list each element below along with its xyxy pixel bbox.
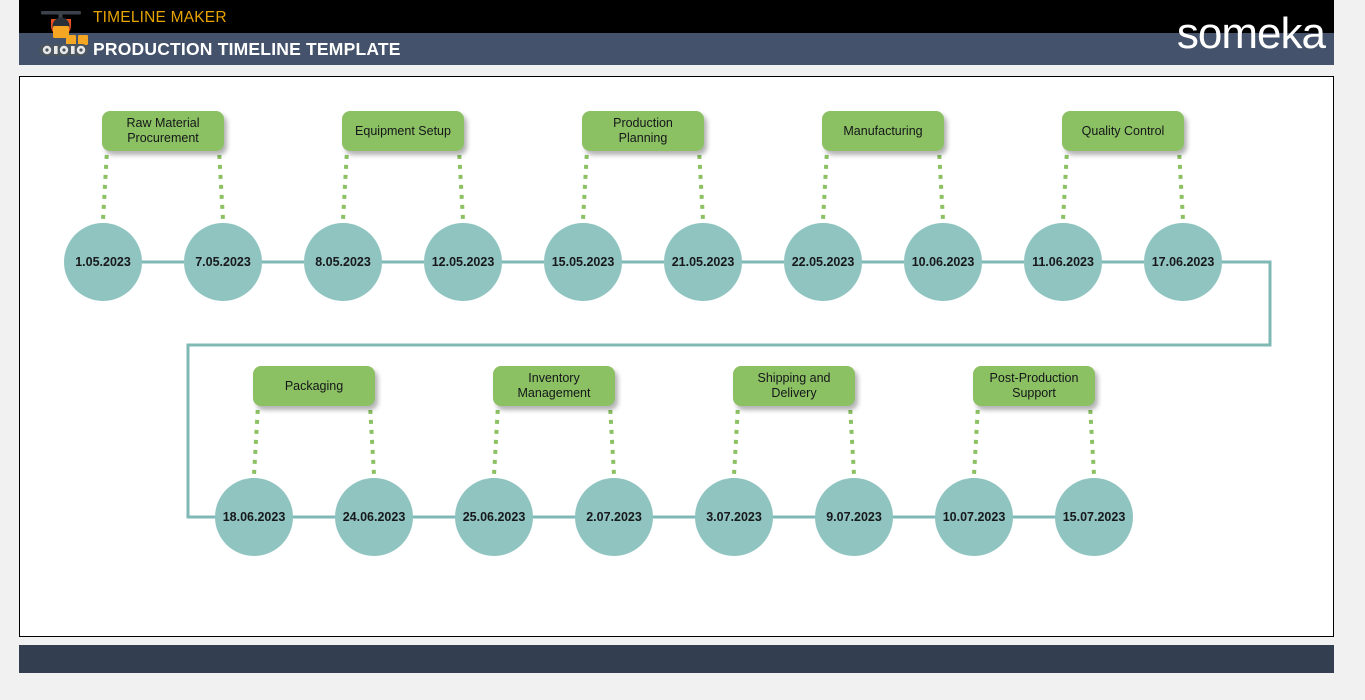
timeline-node[interactable]: 15.07.2023 (1055, 478, 1133, 556)
timeline-node[interactable]: 22.05.2023 (784, 223, 862, 301)
page-title: PRODUCTION TIMELINE TEMPLATE (93, 39, 401, 59)
timeline-node[interactable]: 12.05.2023 (424, 223, 502, 301)
someka-text-pre: s (1176, 9, 1199, 58)
timeline-node[interactable]: 21.05.2023 (664, 223, 742, 301)
timeline-node-date: 15.07.2023 (1062, 510, 1126, 524)
milestone-label[interactable]: Shipping and Delivery (733, 366, 855, 406)
milestone-label-text: Equipment Setup (355, 123, 451, 138)
milestone-label-text: Quality Control (1081, 123, 1165, 138)
timeline-node-date: 9.07.2023 (826, 510, 882, 524)
timeline-node-date: 11.06.2023 (1032, 255, 1094, 269)
timeline-node-date: 12.05.2023 (431, 255, 495, 269)
timeline-node-date: 1.05.2023 (75, 255, 131, 269)
brand-kicker: TIMELINE MAKER (93, 9, 227, 26)
timeline-node[interactable]: 3.07.2023 (695, 478, 773, 556)
timeline-node[interactable]: 10.06.2023 (904, 223, 982, 301)
timeline-node-date: 8.05.2023 (315, 255, 371, 269)
timeline-node-date: 10.07.2023 (942, 510, 1006, 524)
someka-text-post: meka (1221, 9, 1326, 58)
timeline-node-date: 7.05.2023 (195, 255, 251, 269)
timeline-node[interactable]: 2.07.2023 (575, 478, 653, 556)
timeline-node[interactable]: 18.06.2023 (215, 478, 293, 556)
timeline-node[interactable]: 11.06.2023 (1024, 223, 1102, 301)
factory-crane-icon (33, 8, 89, 58)
timeline-node[interactable]: 25.06.2023 (455, 478, 533, 556)
timeline-node[interactable]: 9.07.2023 (815, 478, 893, 556)
milestone-label[interactable]: Inventory Management (493, 366, 615, 406)
milestone-label-text: Post-Production Support (989, 371, 1079, 400)
timeline-node-date: 24.06.2023 (342, 510, 406, 524)
timeline-node[interactable]: 24.06.2023 (335, 478, 413, 556)
milestone-label[interactable]: Equipment Setup (342, 111, 464, 151)
milestone-label-text: Shipping and Delivery (757, 371, 831, 400)
milestone-label-text: Packaging (284, 378, 344, 393)
timeline-canvas (19, 76, 1334, 637)
timeline-node-date: 3.07.2023 (706, 510, 762, 524)
milestone-label[interactable]: Raw Material Procurement (102, 111, 224, 151)
timeline-node-date: 21.05.2023 (671, 255, 735, 269)
milestone-label-text: Raw Material Procurement (126, 116, 200, 145)
bar-chart-icon (1202, 27, 1217, 61)
timeline-node[interactable]: 7.05.2023 (184, 223, 262, 301)
timeline-node[interactable]: 8.05.2023 (304, 223, 382, 301)
timeline-node-date: 10.06.2023 (911, 255, 975, 269)
milestone-label[interactable]: Quality Control (1062, 111, 1184, 151)
milestone-label[interactable]: Post-Production Support (973, 366, 1095, 406)
timeline-node-date: 25.06.2023 (462, 510, 526, 524)
someka-o-mark: o (1198, 12, 1222, 61)
timeline-node-date: 18.06.2023 (222, 510, 286, 524)
timeline-node-date: 15.05.2023 (551, 255, 615, 269)
milestone-label-text: Manufacturing (843, 123, 923, 138)
someka-logo: so meka (1176, 9, 1326, 61)
timeline-node-date: 2.07.2023 (586, 510, 642, 524)
timeline-node[interactable]: 10.07.2023 (935, 478, 1013, 556)
milestone-label-text: Production Planning (613, 116, 673, 145)
footer-band (19, 645, 1334, 673)
milestone-label[interactable]: Manufacturing (822, 111, 944, 151)
timeline-node[interactable]: 17.06.2023 (1144, 223, 1222, 301)
timeline-node[interactable]: 1.05.2023 (64, 223, 142, 301)
milestone-label-text: Inventory Management (517, 371, 591, 400)
timeline-node[interactable]: 15.05.2023 (544, 223, 622, 301)
timeline-node-date: 22.05.2023 (791, 255, 855, 269)
milestone-label[interactable]: Production Planning (582, 111, 704, 151)
milestone-label[interactable]: Packaging (253, 366, 375, 406)
timeline-node-date: 17.06.2023 (1151, 255, 1215, 269)
timeline-template-page: TIMELINE MAKER PRODUCTION TIMELINE TEMPL… (0, 0, 1365, 700)
